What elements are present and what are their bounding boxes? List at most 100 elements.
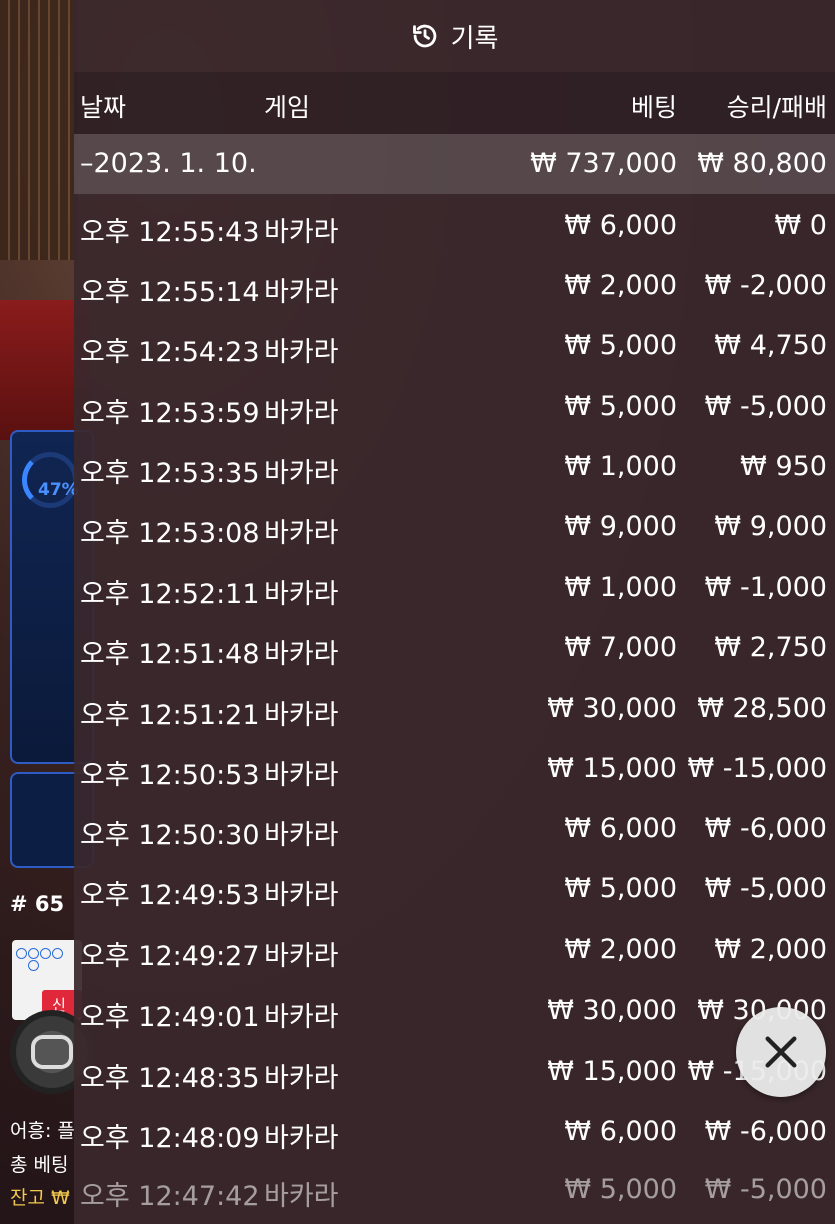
row-bet: ₩ 15,000 xyxy=(547,753,677,784)
history-row[interactable]: 오후 12:55:43 바카라 ₩ 6,000 ₩ 0 xyxy=(74,200,835,260)
road-dot xyxy=(28,960,39,971)
row-bet: ₩ 2,000 xyxy=(564,270,677,301)
row-result: ₩ -1,000 xyxy=(704,572,827,603)
row-bet: ₩ 30,000 xyxy=(547,995,677,1026)
row-bet: ₩ 2,000 xyxy=(564,934,677,965)
column-header-row: 날짜 게임 베팅 승리/패배 xyxy=(74,72,835,134)
row-game: 바카라 xyxy=(264,1002,339,1033)
progress-percent: 47% xyxy=(38,480,79,500)
row-game: 바카라 xyxy=(264,760,339,791)
background-window-decor xyxy=(0,0,80,260)
history-row[interactable]: 오후 12:52:11 바카라 ₩ 1,000 ₩ -1,000 xyxy=(74,562,835,622)
row-time: 오후 12:54:23 xyxy=(80,337,260,368)
row-game: 바카라 xyxy=(264,639,339,670)
history-row[interactable]: 오후 12:53:08 바카라 ₩ 9,000 ₩ 9,000 xyxy=(74,501,835,561)
row-bet: ₩ 9,000 xyxy=(564,511,677,542)
column-game: 게임 xyxy=(264,93,311,122)
row-bet: ₩ 6,000 xyxy=(564,1116,677,1147)
date-group-result-total: ₩ 80,800 xyxy=(697,148,827,179)
row-time: 오후 12:53:35 xyxy=(80,458,260,489)
row-game: 바카라 xyxy=(264,820,339,851)
history-title: 기록 xyxy=(450,23,499,54)
row-result: ₩ 4,750 xyxy=(714,330,827,361)
row-result: ₩ 0 xyxy=(774,210,827,241)
row-result: ₩ -2,000 xyxy=(704,270,827,301)
bg-label-1: 어흥: 플 xyxy=(10,1120,75,1142)
history-row[interactable]: 오후 12:55:14 바카라 ₩ 2,000 ₩ -2,000 xyxy=(74,260,835,320)
row-result: ₩ 2,750 xyxy=(714,632,827,663)
history-row[interactable]: 오후 12:49:53 바카라 ₩ 5,000 ₩ -5,000 xyxy=(74,863,835,923)
chip-icon xyxy=(31,1035,73,1069)
row-result: ₩ 950 xyxy=(740,451,827,482)
date-group-bet-total: ₩ 737,000 xyxy=(530,148,677,179)
row-time: 오후 12:49:01 xyxy=(80,1002,260,1033)
row-result: ₩ 9,000 xyxy=(714,511,827,542)
history-icon xyxy=(412,24,436,48)
row-time: 오후 12:50:30 xyxy=(80,820,260,851)
close-button[interactable] xyxy=(736,1007,826,1097)
history-row[interactable]: 오후 12:54:23 바카라 ₩ 5,000 ₩ 4,750 xyxy=(74,320,835,380)
round-number: # 65 xyxy=(10,892,65,916)
bg-label-2: 총 베팅 xyxy=(10,1154,69,1176)
history-row[interactable]: 오후 12:47:42 바카라 ₩ 5,000 ₩ -5,000 xyxy=(74,1164,835,1224)
row-result: ₩ -5,000 xyxy=(704,1174,827,1205)
row-time: 오후 12:55:14 xyxy=(80,277,260,308)
row-game: 바카라 xyxy=(264,1181,339,1212)
road-dot xyxy=(52,948,63,959)
row-time: 오후 12:48:09 xyxy=(80,1123,260,1154)
date-group-row[interactable]: –2023. 1. 10. ₩ 737,000 ₩ 80,800 xyxy=(74,134,835,194)
row-bet: ₩ 1,000 xyxy=(564,451,677,482)
history-row[interactable]: 오후 12:48:35바카라₩ 15,000₩ -15,000 xyxy=(74,1046,835,1106)
row-game: 바카라 xyxy=(264,579,339,610)
row-bet: ₩ 5,000 xyxy=(564,330,677,361)
row-game: 바카라 xyxy=(264,1063,339,1094)
row-bet: ₩ 7,000 xyxy=(564,632,677,663)
row-time: 오후 12:55:43 xyxy=(80,217,260,248)
row-bet: ₩ 15,000 xyxy=(547,1056,677,1087)
row-game: 바카라 xyxy=(264,398,339,429)
row-bet: ₩ 5,000 xyxy=(564,873,677,904)
row-result: ₩ -6,000 xyxy=(704,813,827,844)
row-time: 오후 12:51:48 xyxy=(80,639,260,670)
history-row[interactable]: 오후 12:53:35 바카라 ₩ 1,000 ₩ 950 xyxy=(74,441,835,501)
row-bet: ₩ 5,000 xyxy=(564,1174,677,1205)
row-time: 오후 12:48:35 xyxy=(80,1063,260,1094)
date-group-label: –2023. 1. 10. xyxy=(80,148,257,179)
row-result: ₩ -15,000 xyxy=(687,753,828,784)
history-row[interactable]: 오후 12:51:48 바카라 ₩ 7,000 ₩ 2,750 xyxy=(74,622,835,682)
close-icon xyxy=(765,1036,797,1068)
bg-label-3: 잔고 ₩ xyxy=(10,1187,70,1209)
row-game: 바카라 xyxy=(264,1123,339,1154)
row-time: 오후 12:50:53 xyxy=(80,760,260,791)
column-result: 승리/패배 xyxy=(726,93,827,122)
row-time: 오후 12:52:11 xyxy=(80,579,260,610)
row-bet: ₩ 6,000 xyxy=(564,813,677,844)
history-row[interactable]: 오후 12:49:27 바카라 ₩ 2,000 ₩ 2,000 xyxy=(74,924,835,984)
row-game: 바카라 xyxy=(264,941,339,972)
row-bet: ₩ 30,000 xyxy=(547,693,677,724)
row-game: 바카라 xyxy=(264,277,339,308)
road-dot xyxy=(40,948,51,959)
row-bet: ₩ 1,000 xyxy=(564,572,677,603)
history-header: 기록 xyxy=(74,0,835,72)
history-row[interactable]: 오후 12:48:09 바카라 ₩ 6,000 ₩ -6,000 xyxy=(74,1106,835,1166)
row-game: 바카라 xyxy=(264,880,339,911)
row-result: ₩ 28,500 xyxy=(697,693,827,724)
history-row[interactable]: 오후 12:50:30 바카라 ₩ 6,000 ₩ -6,000 xyxy=(74,803,835,863)
row-time: 오후 12:51:21 xyxy=(80,700,260,731)
road-dot xyxy=(28,948,39,959)
row-time: 오후 12:53:08 xyxy=(80,518,260,549)
row-result: ₩ -5,000 xyxy=(704,391,827,422)
history-row[interactable]: 오후 12:53:59 바카라 ₩ 5,000 ₩ -5,000 xyxy=(74,381,835,441)
history-row[interactable]: 오후 12:51:21 바카라 ₩ 30,000 ₩ 28,500 xyxy=(74,683,835,743)
history-row[interactable]: 오후 12:50:53 바카라 ₩ 15,000 ₩ -15,000 xyxy=(74,743,835,803)
row-game: 바카라 xyxy=(264,337,339,368)
row-time: 오후 12:49:27 xyxy=(80,941,260,972)
row-game: 바카라 xyxy=(264,458,339,489)
row-time: 오후 12:53:59 xyxy=(80,398,260,429)
row-bet: ₩ 6,000 xyxy=(564,210,677,241)
history-row[interactable]: 오후 12:49:01바카라₩ 30,000₩ 30,000 xyxy=(74,985,835,1045)
row-game: 바카라 xyxy=(264,700,339,731)
row-bet: ₩ 5,000 xyxy=(564,391,677,422)
row-result: ₩ -5,000 xyxy=(704,873,827,904)
